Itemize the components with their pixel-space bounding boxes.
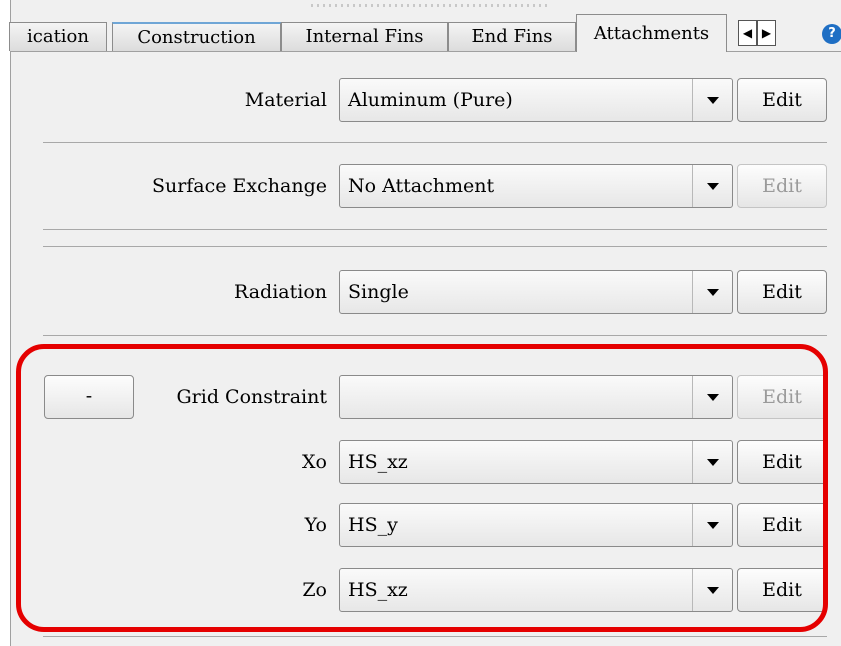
tab-construction[interactable]: Construction <box>112 22 281 51</box>
tab-scroll-right-icon[interactable]: ▶ <box>757 20 776 46</box>
xo-edit-button[interactable]: Edit <box>737 440 827 484</box>
material-edit-button[interactable]: Edit <box>737 78 827 122</box>
chevron-down-icon[interactable] <box>692 271 732 313</box>
xo-value: HS_xz <box>348 451 408 473</box>
divider <box>43 229 827 230</box>
chevron-down-icon[interactable] <box>692 165 732 207</box>
radiation-select[interactable]: Single <box>339 270 733 314</box>
radiation-label: Radiation <box>233 281 327 303</box>
surface-exchange-select[interactable]: No Attachment <box>339 164 733 208</box>
tab-attachments[interactable]: Attachments <box>576 14 727 52</box>
chevron-down-icon[interactable] <box>692 376 732 418</box>
zo-select[interactable]: HS_xz <box>339 568 733 612</box>
material-select[interactable]: Aluminum (Pure) <box>339 78 733 122</box>
yo-edit-button[interactable]: Edit <box>737 503 827 547</box>
divider <box>43 335 827 336</box>
tab-strip: ication Construction Internal Fins End F… <box>9 0 841 52</box>
attachments-panel: ication Construction Internal Fins End F… <box>9 0 841 646</box>
radiation-edit-button[interactable]: Edit <box>737 270 827 314</box>
zo-value: HS_xz <box>348 579 408 601</box>
chevron-down-icon[interactable] <box>692 79 732 121</box>
xo-select[interactable]: HS_xz <box>339 440 733 484</box>
divider <box>43 142 827 143</box>
radiation-value: Single <box>348 281 409 303</box>
grid-constraint-select[interactable] <box>339 375 733 419</box>
grid-constraint-edit-button[interactable]: Edit <box>737 375 827 419</box>
tab-internal-fins[interactable]: Internal Fins <box>281 22 448 51</box>
help-icon[interactable]: ? <box>822 24 841 44</box>
tab-end-fins[interactable]: End Fins <box>448 22 576 51</box>
yo-value: HS_y <box>348 514 398 536</box>
yo-select[interactable]: HS_y <box>339 503 733 547</box>
grid-constraint-label: Grid Constraint <box>176 386 328 408</box>
divider <box>43 636 827 637</box>
tab-location[interactable]: ication <box>9 22 107 51</box>
xo-label: Xo <box>302 451 327 473</box>
zo-label: Zo <box>302 579 327 601</box>
surface-exchange-edit-button[interactable]: Edit <box>737 164 827 208</box>
surface-exchange-label: Surface Exchange <box>151 175 327 197</box>
material-label: Material <box>244 89 327 111</box>
divider <box>43 246 827 247</box>
material-value: Aluminum (Pure) <box>348 89 513 111</box>
chevron-down-icon[interactable] <box>692 441 732 483</box>
chevron-down-icon[interactable] <box>692 504 732 546</box>
tab-scroll-left-icon[interactable]: ◀ <box>738 20 757 46</box>
yo-label: Yo <box>304 514 327 536</box>
zo-edit-button[interactable]: Edit <box>737 568 827 612</box>
surface-exchange-value: No Attachment <box>348 175 495 197</box>
chevron-down-icon[interactable] <box>692 569 732 611</box>
